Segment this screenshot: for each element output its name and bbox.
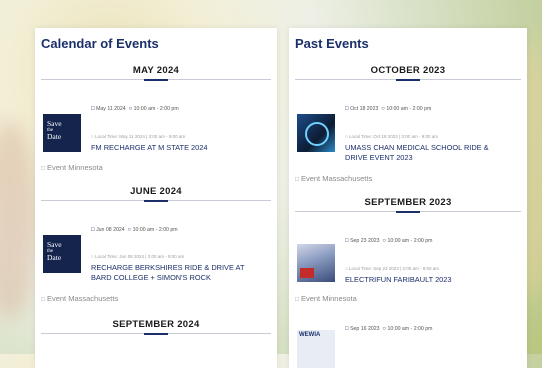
panel-title: Calendar of Events xyxy=(41,36,159,51)
local-time-text: Local Time: May 11 2024 | 3:00 am - 9:00… xyxy=(94,134,186,139)
event-category[interactable]: □ Event Massachusetts xyxy=(41,294,118,303)
month-heading: SEPTEMBER 2023 xyxy=(364,197,452,208)
event-date-time: □ May 11 2024 ○ 10:00 am - 2:00 pm xyxy=(91,106,179,112)
event-category[interactable]: □ Event Minnesota xyxy=(41,163,103,172)
clock-icon: ○ xyxy=(128,106,133,112)
category-label: Event Massachusetts xyxy=(46,294,119,303)
save-the-date-thumbnail[interactable]: Save the Date xyxy=(43,235,81,273)
event-date: Sep 23 2023 xyxy=(350,238,380,244)
clock-icon: ○ xyxy=(91,134,94,139)
clock-icon: ○ xyxy=(382,238,387,244)
category-label: Event Minnesota xyxy=(300,294,357,303)
month-accent xyxy=(144,200,168,202)
month-heading: MAY 2024 xyxy=(132,65,180,76)
event-title-line: RECHARGE BERKSHIRES RIDE & DRIVE AT xyxy=(91,263,245,272)
event-title-line: BARD COLLEGE + SIMON'S ROCK xyxy=(91,273,211,282)
event-thumbnail[interactable] xyxy=(297,114,335,152)
clock-icon: ○ xyxy=(127,227,132,233)
month-accent xyxy=(144,79,168,81)
clock-icon: ○ xyxy=(381,106,385,112)
thumb-text: Date xyxy=(47,132,62,141)
month-heading: JUNE 2024 xyxy=(130,186,182,197)
category-label: Event Minnesota xyxy=(46,163,103,172)
event-title-link[interactable]: FM RECHARGE AT M STATE 2024 xyxy=(91,143,208,153)
event-time: 10:00 am - 2:00 pm xyxy=(387,238,433,244)
month-accent xyxy=(396,79,420,81)
clock-icon: ○ xyxy=(345,134,348,139)
event-thumbnail[interactable] xyxy=(297,244,335,282)
event-category[interactable]: □ Event Minnesota xyxy=(295,294,357,303)
event-date: May 11 2024 xyxy=(96,106,126,112)
thumb-text: Save xyxy=(47,240,62,249)
event-date-time: □ Oct 18 2023 ○ 10:00 am - 2:00 pm xyxy=(345,106,431,112)
event-date: Oct 18 2023 xyxy=(350,106,379,112)
background-blur xyxy=(0,120,40,320)
event-date-time: □ Sep 23 2023 ○ 10:00 am - 2:00 pm xyxy=(345,238,432,244)
save-the-date-thumbnail[interactable]: Save the Date xyxy=(43,114,81,152)
month-heading: SEPTEMBER 2024 xyxy=(112,319,200,330)
month-accent xyxy=(396,211,420,213)
calendar-icon: □ xyxy=(91,227,95,233)
folder-icon: □ xyxy=(41,296,45,303)
event-date: Jun 08 2024 xyxy=(96,227,125,233)
event-title-line: ELECTRIFUN FARIBAULT 2023 xyxy=(345,275,452,284)
calendar-icon: □ xyxy=(91,106,95,112)
event-category[interactable]: □ Event Massachusetts xyxy=(295,174,372,183)
event-title-line: UMASS CHAN MEDICAL SCHOOL RIDE & xyxy=(345,143,489,152)
event-time: 10:00 am - 2:00 pm xyxy=(133,106,179,112)
month-accent xyxy=(144,333,168,335)
calendar-icon: □ xyxy=(345,106,349,112)
folder-icon: □ xyxy=(41,165,45,172)
month-heading: OCTOBER 2023 xyxy=(370,65,446,76)
event-title-line: DRIVE EVENT 2023 xyxy=(345,153,413,162)
event-local-time: ○ Local Time: Jun 08 2024 | 3:00 am - 9:… xyxy=(91,254,184,259)
clock-icon: ○ xyxy=(345,266,348,271)
event-date-time: □ Sep 16 2023 ○ 10:00 am - 2:00 pm xyxy=(345,326,432,332)
event-local-time: ○ Local Time: Sep 23 2023 | 3:00 am - 9:… xyxy=(345,266,439,271)
calendar-of-events-panel: Calendar of Events MAY 2024 Save the Dat… xyxy=(35,28,277,368)
folder-icon: □ xyxy=(295,176,299,183)
event-time: 10:00 am - 2:00 pm xyxy=(132,227,178,233)
event-title-link[interactable]: RECHARGE BERKSHIRES RIDE & DRIVE AT BARD… xyxy=(91,263,244,283)
local-time-text: Local Time: Oct 18 2023 | 3:00 am - 9:00… xyxy=(348,134,438,139)
clock-icon: ○ xyxy=(382,326,387,332)
event-title-link[interactable]: UMASS CHAN MEDICAL SCHOOL RIDE & DRIVE E… xyxy=(345,143,489,163)
past-events-panel: Past Events OCTOBER 2023 □ Oct 18 2023 ○… xyxy=(289,28,527,368)
calendar-icon: □ xyxy=(345,326,349,332)
thumb-text: Date xyxy=(47,253,62,262)
event-title-link[interactable]: ELECTRIFUN FARIBAULT 2023 xyxy=(345,275,452,285)
local-time-text: Local Time: Sep 23 2023 | 3:00 am - 9:00… xyxy=(348,266,439,271)
panel-title: Past Events xyxy=(295,36,369,51)
event-local-time: ○ Local Time: May 11 2024 | 3:00 am - 9:… xyxy=(91,134,185,139)
calendar-icon: □ xyxy=(345,238,349,244)
clock-icon: ○ xyxy=(91,254,94,259)
event-time: 10:00 am - 2:00 pm xyxy=(387,326,433,332)
thumb-text: Save xyxy=(47,119,62,128)
folder-icon: □ xyxy=(295,296,299,303)
local-time-text: Local Time: Jun 08 2024 | 3:00 am - 9:00… xyxy=(94,254,185,259)
event-date-time: □ Jun 08 2024 ○ 10:00 am - 2:00 pm xyxy=(91,227,178,233)
event-date: Sep 16 2023 xyxy=(350,326,380,332)
event-thumbnail[interactable]: WEWIA xyxy=(297,330,335,368)
event-time: 10:00 am - 2:00 pm xyxy=(386,106,432,112)
thumb-text: WEWIA xyxy=(299,332,321,338)
event-local-time: ○ Local Time: Oct 18 2023 | 3:00 am - 9:… xyxy=(345,134,438,139)
category-label: Event Massachusetts xyxy=(300,174,373,183)
event-title-line: FM RECHARGE AT M STATE 2024 xyxy=(91,143,208,152)
